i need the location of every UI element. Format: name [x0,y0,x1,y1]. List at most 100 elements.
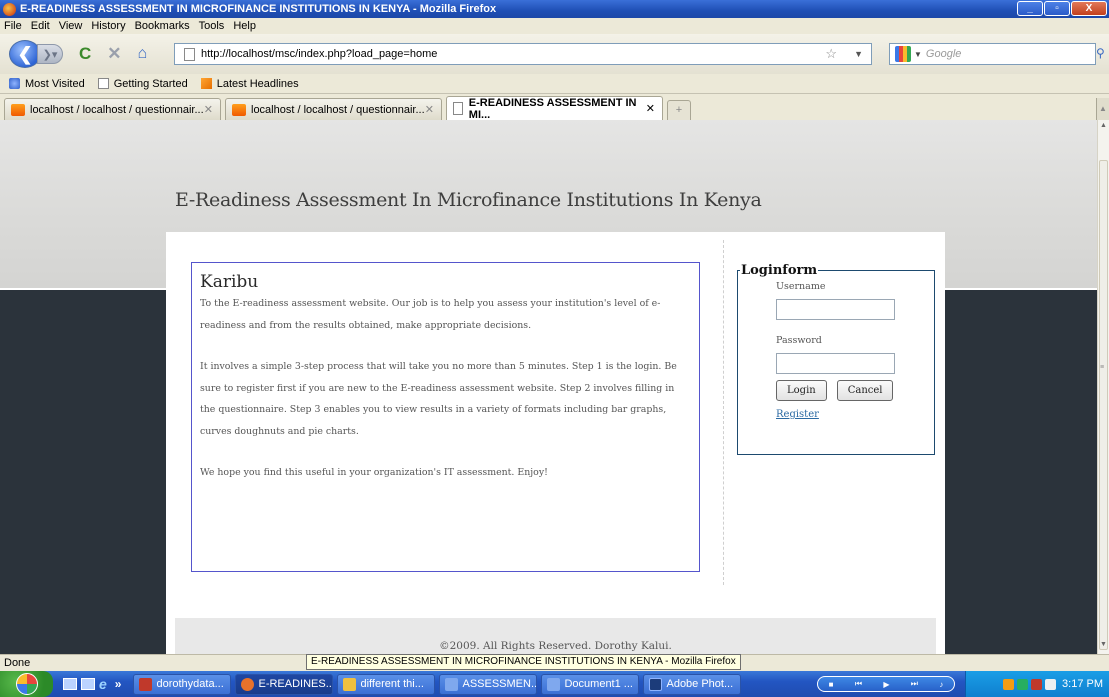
forward-arrow-icon: ❯▾ [42,49,58,61]
login-form-legend: Loginform [741,263,818,278]
tab-strip: localhost / localhost / questionnair... … [0,94,1109,121]
taskbar-item-label: ASSESSMEN... [462,678,538,690]
username-field[interactable] [776,299,895,320]
welcome-paragraph-1: To the E-readiness assessment website. O… [200,298,661,331]
bookmark-label: Most Visited [25,77,85,90]
stop-icon[interactable]: ✕ [107,44,121,64]
reload-icon[interactable]: C [79,44,91,64]
status-text: Done [4,657,31,669]
minimize-button[interactable]: _ [1017,1,1043,16]
tab-e-readiness[interactable]: E-READINESS ASSESSMENT IN MI... ✕ [446,96,663,121]
tray-app-icon[interactable] [1017,678,1029,690]
welcome-box: Karibu To the E-readiness assessment web… [191,262,700,572]
phpmyadmin-icon [11,103,25,116]
search-box[interactable]: ▼ Google [889,43,1096,65]
back-arrow-icon: ❮ [17,44,33,64]
login-button[interactable]: Login [776,380,827,401]
site-title: E-Readiness Assessment In Microfinance I… [175,189,762,211]
tab-close-icon[interactable]: ✕ [646,102,655,115]
welcome-paragraph-2: It involves a simple 3-step process that… [200,361,677,437]
tab-label: E-READINESS ASSESSMENT IN MI... [468,96,637,121]
maximize-button[interactable]: ▫ [1044,1,1070,16]
taskbar-item-label: different thi... [360,678,424,690]
search-placeholder[interactable]: Google [926,48,961,60]
folder-icon [343,677,357,691]
bookmark-getting-started[interactable]: Getting Started [97,77,188,90]
search-engine-dropdown-icon[interactable]: ▼ [914,50,922,59]
quick-launch-chevron-icon[interactable]: » [115,677,122,691]
url-text[interactable]: http://localhost/msc/index.php?load_page… [201,48,437,60]
play-icon[interactable]: ▶ [883,680,889,689]
password-field[interactable] [776,353,895,374]
switch-windows-icon[interactable] [81,678,95,690]
start-button[interactable] [0,671,53,697]
taskbar-tooltip: E-READINESS ASSESSMENT IN MICROFINANCE I… [306,654,741,670]
taskbar-item[interactable]: different thi... [337,673,436,695]
menu-tools[interactable]: Tools [199,20,225,32]
vertical-scrollbar[interactable]: ▲ ≡ ▼ [1097,120,1109,654]
google-icon[interactable] [895,46,911,62]
menu-bookmarks[interactable]: Bookmarks [135,20,190,32]
bookmark-most-visited[interactable]: Most Visited [9,78,85,90]
scrollbar-grip-icon: ≡ [1100,364,1105,371]
taskbar-item[interactable]: dorothydata... [133,673,232,695]
tab-close-icon[interactable]: ✕ [425,103,434,116]
internet-explorer-icon[interactable]: e [99,676,107,692]
page-icon [184,47,195,61]
show-desktop-icon[interactable] [63,678,77,690]
volume-control-icon[interactable]: ♪ [939,680,943,689]
cancel-button[interactable]: Cancel [836,380,894,401]
word-icon [445,677,459,691]
clock[interactable]: 3:17 PM [1062,678,1103,690]
system-tray: 3:17 PM [965,671,1109,697]
firefox-icon [241,677,255,691]
tab-phpmyadmin-1[interactable]: localhost / localhost / questionnair... … [4,98,221,120]
firefox-icon [3,2,16,16]
menu-file[interactable]: File [4,20,22,32]
tray-app-icon[interactable] [1031,678,1043,690]
scrollbar-thumb[interactable] [1099,160,1108,650]
menu-view[interactable]: View [59,20,83,32]
taskbar-item[interactable]: ASSESSMEN... [439,673,538,695]
word-icon [547,677,561,691]
bookmark-latest-headlines[interactable]: Latest Headlines [200,78,299,90]
menu-edit[interactable]: Edit [31,20,50,32]
previous-track-icon[interactable]: ⏮ [855,679,862,689]
tab-close-icon[interactable]: ✕ [204,103,213,116]
taskbar-item[interactable]: E-READINES... [235,673,334,695]
menu-history[interactable]: History [91,20,125,32]
taskbar-item[interactable]: Adobe Phot... [643,673,742,695]
search-icon[interactable]: ⚲ [1096,46,1105,60]
quick-launch: e [63,676,107,692]
taskbar-item-label: dorothydata... [156,678,224,690]
home-icon[interactable]: ⌂ [138,45,148,63]
bookmark-star-icon[interactable]: ☆ [825,46,837,62]
calendar-icon [139,677,153,691]
menu-help[interactable]: Help [233,20,256,32]
rss-feed-icon [200,78,212,89]
register-link[interactable]: Register [776,409,896,420]
forward-button[interactable]: ❯▾ [37,44,63,64]
tray-app-icon[interactable] [1003,678,1015,690]
taskbar-item[interactable]: Document1 ... [541,673,640,695]
welcome-paragraph-3: We hope you find this useful in your org… [200,467,548,478]
tab-phpmyadmin-2[interactable]: localhost / localhost / questionnair... … [225,98,442,120]
bookmark-label: Getting Started [113,77,188,90]
url-dropdown-icon[interactable]: ▼ [854,49,863,59]
next-track-icon[interactable]: ⏭ [911,679,918,689]
menu-bar: File Edit View History Bookmarks Tools H… [0,18,1109,34]
navigation-toolbar: ❮ ❯▾ C ✕ ⌂ http://localhost/msc/index.ph… [0,34,1109,74]
phpmyadmin-icon [232,103,246,116]
tab-label: localhost / localhost / questionnair... [30,103,204,116]
tab-scroll-button[interactable]: ▲ [1096,98,1109,120]
page-viewport: E-Readiness Assessment In Microfinance I… [0,120,1097,654]
volume-icon[interactable] [1045,678,1057,690]
address-bar[interactable]: http://localhost/msc/index.php?load_page… [174,43,872,65]
close-window-button[interactable]: X [1071,1,1107,16]
column-divider [723,240,724,585]
stop-media-icon[interactable]: ■ [829,680,834,689]
scroll-down-arrow-icon[interactable]: ▼ [1098,641,1109,652]
media-player-mini-bar: ■ ⏮ ▶ ⏭ ♪ [817,676,955,692]
scroll-up-arrow-icon[interactable]: ▲ [1098,122,1109,133]
new-tab-button[interactable]: + [667,100,691,120]
